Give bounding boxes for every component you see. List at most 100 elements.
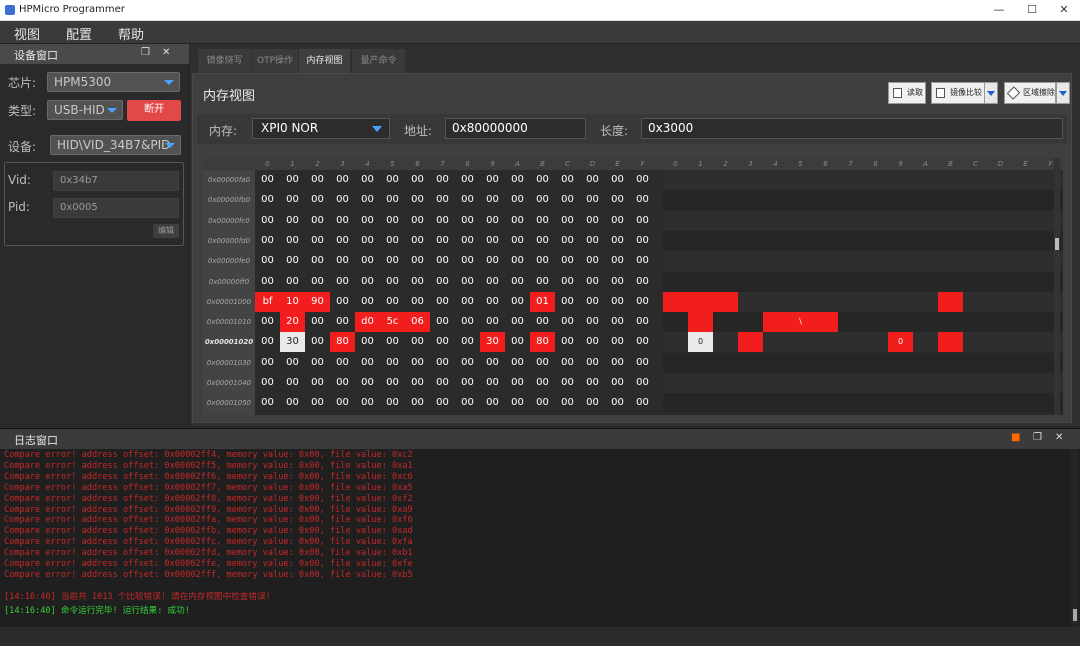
hex-byte-cell[interactable]: 00 bbox=[355, 190, 380, 210]
hex-byte-cell[interactable]: 00 bbox=[505, 332, 530, 352]
ascii-cell[interactable] bbox=[738, 332, 763, 353]
hex-byte-cell[interactable]: 00 bbox=[430, 393, 455, 413]
hex-byte-cell[interactable]: 00 bbox=[405, 353, 430, 373]
hex-byte-cell[interactable]: 00 bbox=[355, 393, 380, 413]
address-input[interactable]: 0x80000000 bbox=[445, 118, 586, 139]
float-icon[interactable]: ❐ bbox=[141, 47, 150, 58]
hex-byte-cell[interactable]: 00 bbox=[255, 211, 280, 231]
log-scroll-thumb[interactable] bbox=[1073, 609, 1077, 621]
hex-byte-cell[interactable]: 00 bbox=[455, 170, 480, 190]
hex-byte-cell[interactable]: 00 bbox=[630, 393, 655, 413]
hex-byte-cell[interactable]: 5c bbox=[380, 312, 405, 333]
ascii-cell[interactable] bbox=[938, 332, 963, 353]
hex-byte-cell[interactable]: 00 bbox=[255, 251, 280, 271]
hex-byte-cell[interactable]: 00 bbox=[330, 190, 355, 210]
hex-byte-cell[interactable]: 30 bbox=[480, 332, 505, 353]
hex-byte-cell[interactable]: 00 bbox=[480, 231, 505, 251]
hex-byte-cell[interactable]: 00 bbox=[605, 373, 630, 393]
hex-byte-cell[interactable]: 00 bbox=[605, 292, 630, 312]
hex-byte-cell[interactable]: 00 bbox=[405, 393, 430, 413]
hex-byte-cell[interactable]: 00 bbox=[430, 332, 455, 352]
disconnect-button[interactable]: 断开 bbox=[127, 100, 181, 121]
hex-byte-cell[interactable]: 00 bbox=[555, 211, 580, 231]
hex-byte-cell[interactable]: 00 bbox=[305, 353, 330, 373]
hex-byte-cell[interactable]: 00 bbox=[455, 353, 480, 373]
hex-byte-cell[interactable]: 06 bbox=[405, 312, 430, 333]
hex-byte-cell[interactable]: 00 bbox=[305, 393, 330, 413]
hex-byte-cell[interactable]: 00 bbox=[580, 332, 605, 352]
hex-byte-cell[interactable]: 00 bbox=[530, 353, 555, 373]
hex-byte-cell[interactable]: 00 bbox=[305, 211, 330, 231]
hex-byte-cell[interactable]: 00 bbox=[355, 251, 380, 271]
ascii-cell[interactable] bbox=[688, 291, 713, 312]
hex-byte-cell[interactable]: 00 bbox=[455, 312, 480, 332]
hex-byte-cell[interactable]: 00 bbox=[480, 353, 505, 373]
hex-byte-cell[interactable]: 00 bbox=[455, 373, 480, 393]
hex-byte-cell[interactable]: 00 bbox=[630, 251, 655, 271]
hex-byte-cell[interactable]: 00 bbox=[605, 190, 630, 210]
hex-byte-cell[interactable]: 00 bbox=[255, 190, 280, 210]
hex-byte-cell[interactable]: 00 bbox=[355, 373, 380, 393]
hex-byte-cell[interactable]: 00 bbox=[255, 312, 280, 332]
hex-byte-cell[interactable]: 00 bbox=[405, 332, 430, 352]
hex-byte-cell[interactable]: 00 bbox=[305, 190, 330, 210]
hex-byte-cell[interactable]: 00 bbox=[480, 272, 505, 292]
hex-byte-cell[interactable]: 00 bbox=[555, 170, 580, 190]
hex-byte-cell[interactable]: 00 bbox=[555, 272, 580, 292]
compare-button[interactable]: 镜像比较 bbox=[931, 82, 985, 104]
hex-byte-cell[interactable]: 00 bbox=[455, 272, 480, 292]
hex-byte-cell[interactable]: 00 bbox=[505, 353, 530, 373]
hex-byte-cell[interactable]: 00 bbox=[455, 251, 480, 271]
edit-button[interactable]: 编辑 bbox=[153, 224, 179, 238]
hex-byte-cell[interactable]: 00 bbox=[355, 170, 380, 190]
hex-byte-cell[interactable]: 80 bbox=[330, 332, 355, 353]
hex-byte-cell[interactable]: d0 bbox=[355, 312, 380, 333]
read-button[interactable]: 读取 bbox=[888, 82, 926, 104]
ascii-cell[interactable] bbox=[713, 291, 738, 312]
hex-byte-cell[interactable]: 00 bbox=[355, 292, 380, 312]
hex-byte-cell[interactable]: 00 bbox=[530, 231, 555, 251]
hex-scrollbar[interactable] bbox=[1054, 158, 1060, 415]
hex-byte-cell[interactable]: 00 bbox=[630, 231, 655, 251]
hex-byte-cell[interactable]: 00 bbox=[505, 373, 530, 393]
hex-byte-cell[interactable]: 00 bbox=[530, 312, 555, 332]
hex-byte-cell[interactable]: 00 bbox=[555, 373, 580, 393]
hex-byte-cell[interactable]: 00 bbox=[405, 231, 430, 251]
hex-byte-cell[interactable]: 00 bbox=[280, 211, 305, 231]
hex-byte-cell[interactable]: 01 bbox=[530, 291, 555, 312]
menu-help[interactable]: 帮助 bbox=[118, 24, 144, 43]
hex-byte-cell[interactable]: 00 bbox=[405, 292, 430, 312]
hex-byte-cell[interactable]: 00 bbox=[505, 190, 530, 210]
memory-select[interactable]: XPI0 NOR bbox=[252, 118, 390, 139]
chip-select[interactable]: HPM5300 bbox=[47, 72, 180, 92]
hex-byte-cell[interactable]: 00 bbox=[255, 373, 280, 393]
hex-byte-cell[interactable]: 00 bbox=[530, 373, 555, 393]
hex-byte-cell[interactable]: 00 bbox=[330, 231, 355, 251]
hex-byte-cell[interactable]: 00 bbox=[605, 312, 630, 332]
hex-byte-cell[interactable]: 80 bbox=[530, 332, 555, 353]
hex-byte-cell[interactable]: 00 bbox=[580, 373, 605, 393]
hex-byte-cell[interactable]: 00 bbox=[455, 292, 480, 312]
tab-image-burn[interactable]: 镜像烧写 bbox=[198, 49, 251, 73]
hex-byte-cell[interactable]: 00 bbox=[405, 373, 430, 393]
hex-byte-cell[interactable]: 00 bbox=[380, 332, 405, 352]
hex-byte-cell[interactable]: 00 bbox=[555, 251, 580, 271]
hex-byte-cell[interactable]: bf bbox=[255, 291, 280, 312]
hex-byte-cell[interactable]: 00 bbox=[280, 251, 305, 271]
float-icon[interactable]: ❐ bbox=[1033, 432, 1042, 443]
hex-byte-cell[interactable]: 00 bbox=[330, 272, 355, 292]
hex-byte-cell[interactable]: 00 bbox=[430, 373, 455, 393]
hex-byte-cell[interactable]: 00 bbox=[555, 292, 580, 312]
hex-byte-cell[interactable]: 00 bbox=[480, 170, 505, 190]
hex-byte-cell[interactable]: 00 bbox=[455, 332, 480, 352]
hex-byte-cell[interactable]: 00 bbox=[330, 393, 355, 413]
erase-button[interactable]: 区域擦除 bbox=[1004, 82, 1056, 104]
hex-byte-cell[interactable]: 00 bbox=[430, 312, 455, 332]
minimize-button[interactable]: — bbox=[987, 2, 1011, 18]
hex-byte-cell[interactable]: 00 bbox=[280, 393, 305, 413]
hex-byte-cell[interactable]: 00 bbox=[480, 251, 505, 271]
hex-byte-cell[interactable]: 00 bbox=[380, 373, 405, 393]
hex-byte-cell[interactable]: 30 bbox=[280, 332, 305, 353]
hex-byte-cell[interactable]: 00 bbox=[580, 211, 605, 231]
hex-byte-cell[interactable]: 00 bbox=[505, 393, 530, 413]
